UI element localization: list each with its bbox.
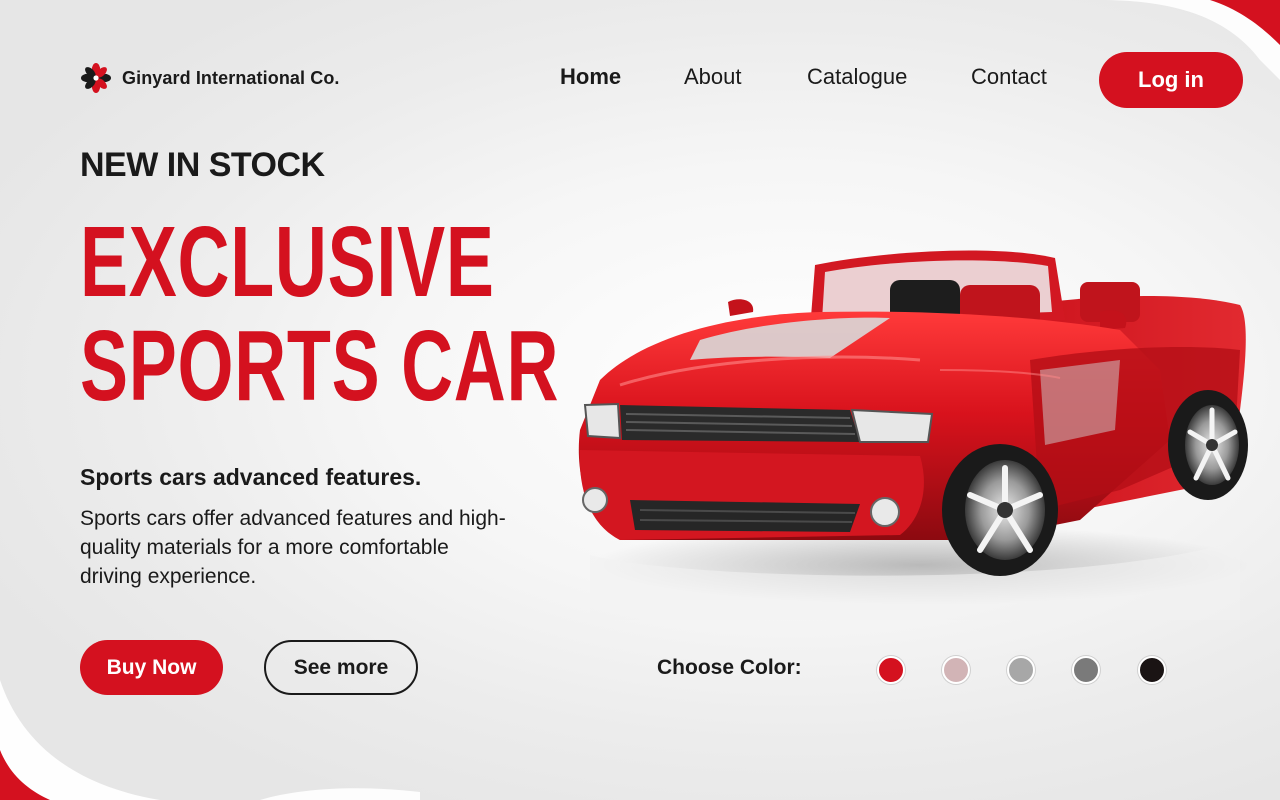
- buy-now-button[interactable]: Buy Now: [80, 640, 223, 695]
- landing-page: Ginyard International Co. Home About Cat…: [0, 0, 1280, 800]
- color-swatches: [877, 656, 1177, 684]
- brand-name: Ginyard International Co.: [122, 67, 340, 88]
- see-more-button[interactable]: See more: [264, 640, 418, 695]
- color-swatch-black[interactable]: [1138, 656, 1166, 684]
- car-image: [578, 250, 1250, 620]
- hero-eyebrow: NEW IN STOCK: [80, 146, 325, 184]
- nav-home[interactable]: Home: [560, 64, 684, 90]
- flower-logo-icon: [81, 63, 111, 93]
- color-swatch-red[interactable]: [877, 656, 905, 684]
- nav-about[interactable]: About: [684, 64, 807, 90]
- features-description: Sports cars offer advanced features and …: [80, 507, 506, 588]
- headline-line-1: EXCLUSIVE: [80, 206, 495, 318]
- headline-line-2: SPORTS CAR: [80, 310, 560, 422]
- color-swatch-silver[interactable]: [1007, 656, 1035, 684]
- nav-catalogue[interactable]: Catalogue: [807, 64, 971, 90]
- login-button[interactable]: Log in: [1099, 52, 1243, 108]
- brand-logo[interactable]: Ginyard International Co.: [80, 62, 340, 94]
- nav-contact[interactable]: Contact: [971, 64, 1099, 90]
- features-title: Sports cars advanced features.: [80, 464, 422, 490]
- main-nav: Home About Catalogue Contact: [560, 64, 1099, 90]
- color-swatch-pink[interactable]: [942, 656, 970, 684]
- choose-color-label: Choose Color:: [657, 656, 802, 679]
- hero-headline: EXCLUSIVE SPORTS CAR: [80, 210, 559, 418]
- color-swatch-gray[interactable]: [1072, 656, 1100, 684]
